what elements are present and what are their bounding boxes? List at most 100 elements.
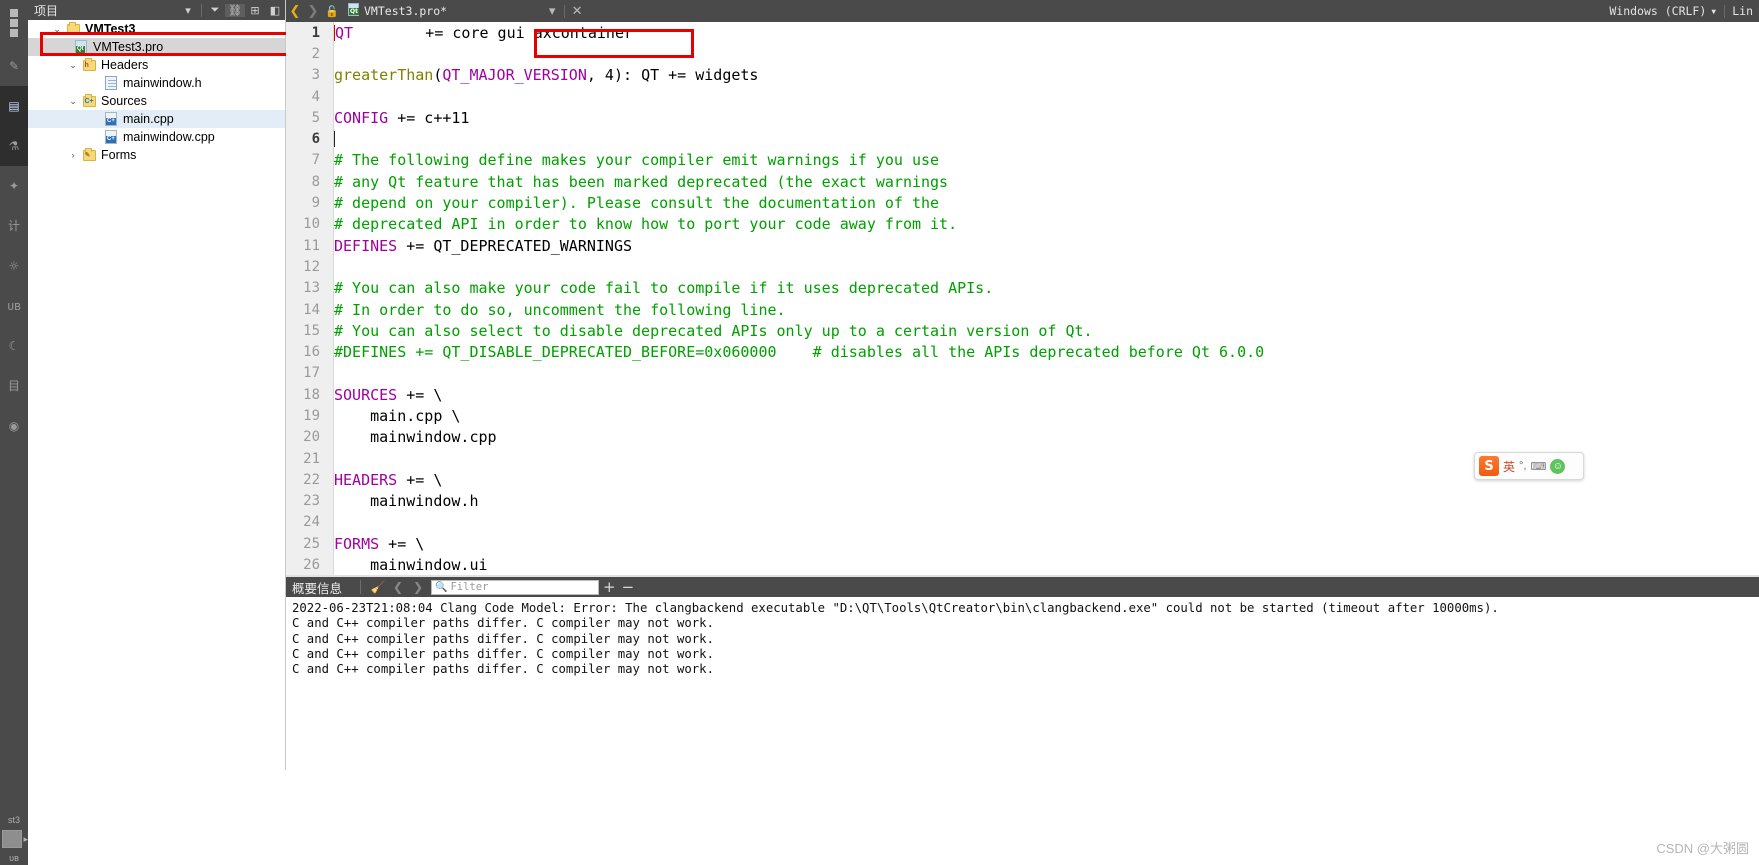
chevron-down-icon[interactable]: ⌄ [66, 96, 80, 107]
tree-item-headers[interactable]: ⌄ h Headers [28, 56, 285, 74]
code-line: 17 [286, 363, 1759, 384]
code-text: # You can also make your code fail to co… [327, 279, 993, 297]
code-token: += core gui [353, 23, 534, 42]
chevron-down-icon[interactable]: ⌄ [50, 24, 64, 35]
code-text: FORMS += \ [327, 535, 424, 553]
qt-project-file-icon: Qt [348, 3, 359, 19]
chevron-down-icon[interactable]: ▾ [1710, 4, 1717, 18]
rail-icon-welcome[interactable] [0, 0, 28, 46]
mode-selector-rail: ✎ ▤ ⚗ ✦ 计 ☼ ᴜʙ ☾ 目 ◉ st3 ▸ ᴜʙ [0, 0, 28, 865]
ime-menu-icon[interactable]: ☺ [1550, 458, 1566, 474]
broom-icon[interactable]: 🧹 [369, 580, 387, 594]
code-line: 14 # In order to do so, uncomment the fol… [286, 299, 1759, 320]
rail-icon-edit[interactable]: ✎ [0, 46, 28, 86]
decrease-font-icon[interactable]: − [620, 579, 637, 595]
divider [1724, 4, 1726, 18]
code-token: axcontainer [533, 23, 634, 42]
run-button[interactable] [1, 830, 22, 848]
line-number: 13 [303, 280, 320, 297]
chevron-down-icon[interactable]: ⌄ [66, 60, 80, 71]
tree-item-main-cpp[interactable]: C+ main.cpp [28, 110, 285, 128]
line-number: 10 [303, 216, 320, 233]
rail-icon-run[interactable]: ☾ [0, 326, 28, 366]
tree-item-forms[interactable]: › ✎ Forms [28, 146, 285, 164]
editor-pane: ❮ ❯ 🔓 Qt VMTest3.pro* ▾ ✕ Windows (CRLF)… [286, 0, 1759, 577]
code-token: += QT_DEPRECATED_WARNINGS [397, 236, 633, 255]
active-file-name: VMTest3.pro* [364, 4, 448, 18]
line-ending-selector[interactable]: Windows (CRLF) [1609, 4, 1706, 18]
close-document-icon[interactable]: ✕ [568, 4, 586, 19]
qt-creator-window: ✎ ▤ ⚗ ✦ 计 ☼ ᴜʙ ☾ 目 ◉ st3 ▸ ᴜʙ 项目 ▾ ⏷ ⛓ ⊞… [0, 0, 1759, 865]
code-editor[interactable]: 1 QT += core gui axcontainer 2 3 greaterThan… [286, 22, 1759, 577]
code-text: mainwindow.ui [327, 556, 488, 575]
rail-icon-project[interactable]: 目 [0, 366, 28, 406]
link-icon[interactable]: ⛓ [225, 3, 245, 17]
filter-icon[interactable]: ⏷ [205, 3, 225, 17]
ime-punctuation-icon[interactable]: °, [1519, 460, 1526, 472]
line-number: 16 [303, 344, 320, 361]
tree-item-sources[interactable]: ⌄ C+ Sources [28, 92, 285, 110]
code-text: HEADERS += \ [327, 471, 442, 489]
rail-icon-debug[interactable]: ⚗ [0, 126, 28, 166]
rail-icon-design[interactable]: ▤ [0, 86, 28, 126]
filter-input[interactable]: 🔍 Filter [431, 579, 600, 595]
ime-mode-label[interactable]: 英 [1503, 458, 1515, 475]
rail-icon-settings[interactable]: ☼ [0, 246, 28, 286]
split-icon[interactable]: ⊞ [245, 4, 265, 17]
chevron-down-icon[interactable]: ▾ [543, 4, 561, 19]
rail-icon-help[interactable]: ᴜʙ [0, 286, 28, 326]
chevron-right-icon[interactable]: › [66, 150, 80, 160]
code-line: 2 [286, 43, 1759, 64]
output-pane: 概要信息 🧹 ❮ ❯ 🔍 Filter + − 2022-06-23T21:08… [286, 577, 1759, 865]
sidebar-header: 项目 ▾ ⏷ ⛓ ⊞ ◧ [28, 0, 285, 20]
sogou-ime-toolbar[interactable]: S 英 °, ⌨ ☺ [1474, 452, 1584, 480]
code-line: 26 mainwindow.ui [286, 554, 1759, 575]
play-icon[interactable]: ▸ [23, 834, 28, 845]
output-text-area[interactable]: 2022-06-23T21:08:04 Clang Code Model: Er… [286, 597, 1759, 678]
code-text: greaterThan(QT_MAJOR_VERSION, 4): QT += … [327, 66, 758, 84]
close-sidebar-icon[interactable]: ◧ [265, 4, 285, 17]
next-issue-icon[interactable]: ❯ [409, 580, 427, 594]
line-number: 4 [311, 88, 320, 105]
project-sidebar: 项目 ▾ ⏷ ⛓ ⊞ ◧ ⌄ VMTest3 Qt VMTest3.pro ⌄ [28, 0, 292, 770]
code-line: 19 main.cpp \ [286, 405, 1759, 426]
line-number: 25 [303, 535, 320, 552]
tree-item-vmtest3-pro[interactable]: Qt VMTest3.pro [28, 38, 285, 56]
lock-open-icon[interactable]: 🔓 [322, 5, 342, 18]
navigate-forward-icon[interactable]: ❯ [304, 4, 322, 19]
line-number: 7 [311, 152, 320, 169]
open-document-selector[interactable]: Qt VMTest3.pro* [342, 3, 453, 19]
rail-icon-build[interactable]: ◉ [0, 406, 28, 446]
line-number: 5 [311, 109, 320, 126]
tree-item-vmtest3[interactable]: ⌄ VMTest3 [28, 20, 285, 38]
output-line: C and C++ compiler paths differ. C compi… [292, 616, 714, 631]
increase-font-icon[interactable]: + [601, 579, 618, 595]
line-number: 3 [311, 67, 320, 84]
sogou-logo-icon: S [1479, 456, 1499, 476]
keyboard-icon[interactable]: ⌨ [1530, 460, 1546, 473]
code-text: #DEFINES += QT_DISABLE_DEPRECATED_BEFORE… [327, 343, 1264, 361]
encoding-selector[interactable]: Lin [1732, 4, 1753, 18]
cpp-file-icon: C+ [102, 112, 120, 126]
rail-icon-projects[interactable]: ✦ [0, 166, 28, 206]
code-token: # In order to do so, uncomment the follo… [334, 300, 786, 319]
tree-item-mainwindow-cpp[interactable]: C+ mainwindow.cpp [28, 128, 285, 146]
text-cursor [334, 131, 335, 148]
code-token: QT [335, 23, 354, 42]
code-token: += c++11 [388, 108, 470, 127]
code-line: 18 SOURCES += \ [286, 384, 1759, 405]
project-tree: ⌄ VMTest3 Qt VMTest3.pro ⌄ h Headers mai… [28, 20, 285, 164]
navigate-back-icon[interactable]: ❮ [286, 4, 304, 19]
code-text: # deprecated API in order to know how to… [327, 215, 957, 233]
code-text: mainwindow.cpp [327, 428, 496, 446]
code-lines: 1 QT += core gui axcontainer 2 3 greaterThan… [286, 22, 1759, 576]
chevron-down-icon[interactable]: ▾ [178, 4, 198, 17]
code-token: greaterThan [334, 66, 434, 85]
code-token: FORMS [334, 534, 380, 553]
code-token: mainwindow.ui [334, 556, 488, 575]
tree-item-mainwindow-h[interactable]: mainwindow.h [28, 74, 285, 92]
rail-icon-analyze[interactable]: 计 [0, 206, 28, 246]
prev-issue-icon[interactable]: ❮ [389, 580, 407, 594]
code-token: += \ [379, 534, 425, 553]
code-token: , 4): [586, 66, 642, 85]
